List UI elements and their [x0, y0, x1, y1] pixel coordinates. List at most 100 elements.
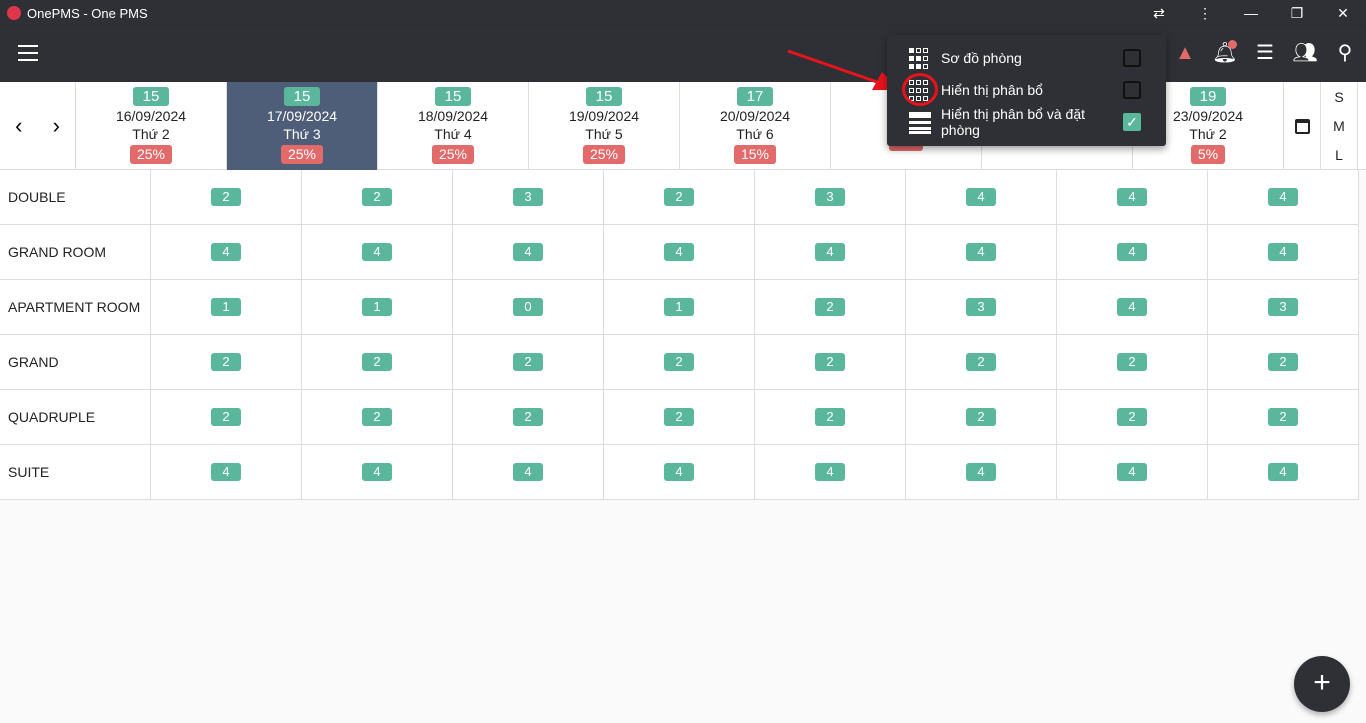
- grid-cell[interactable]: 2: [1208, 390, 1359, 444]
- grid-cell[interactable]: 4: [1208, 445, 1359, 499]
- minimize-button[interactable]: —: [1228, 0, 1274, 26]
- grid-cell[interactable]: 1: [302, 280, 453, 334]
- grid-cell[interactable]: 4: [453, 445, 604, 499]
- grid-cell[interactable]: 4: [1057, 445, 1208, 499]
- grid-cell[interactable]: 3: [755, 170, 906, 224]
- date-column[interactable]: 15 18/09/2024 Thứ 4 25%: [378, 82, 529, 170]
- warning-icon[interactable]: ▲: [1172, 40, 1198, 66]
- grid-cell[interactable]: 2: [755, 390, 906, 444]
- menu-icon[interactable]: [18, 45, 38, 61]
- grid-cell[interactable]: 3: [1208, 280, 1359, 334]
- grid-cell[interactable]: 2: [755, 280, 906, 334]
- translate-icon[interactable]: ⇄: [1136, 0, 1182, 26]
- grid-cell[interactable]: 2: [302, 390, 453, 444]
- grid-cell[interactable]: 2: [604, 170, 755, 224]
- calendar-button[interactable]: [1284, 82, 1321, 170]
- date-column[interactable]: 15 16/09/2024 Thứ 2 25%: [76, 82, 227, 170]
- grid-cell[interactable]: 2: [906, 390, 1057, 444]
- more-icon[interactable]: ⋮: [1182, 0, 1228, 26]
- grid-cell[interactable]: 2: [453, 335, 604, 389]
- grid-cell[interactable]: 4: [1208, 170, 1359, 224]
- date-column[interactable]: 15 19/09/2024 Thứ 5 25%: [529, 82, 680, 170]
- search-icon[interactable]: ⚲: [1332, 40, 1358, 66]
- grid-cell[interactable]: 4: [1057, 170, 1208, 224]
- date-column[interactable]: 17 20/09/2024 Thứ 6 15%: [680, 82, 831, 170]
- list-icon[interactable]: ☰: [1252, 40, 1278, 66]
- allocation-checkbox[interactable]: [1123, 81, 1141, 99]
- grid-cell[interactable]: 3: [906, 280, 1057, 334]
- room-map-checkbox[interactable]: [1123, 49, 1141, 67]
- menu-item-room-map[interactable]: Sơ đồ phòng: [887, 42, 1166, 74]
- availability-badge: 4: [362, 463, 392, 481]
- app-logo-icon: [7, 6, 21, 20]
- restore-button[interactable]: ❐: [1274, 0, 1320, 26]
- grid-cell[interactable]: 4: [906, 445, 1057, 499]
- grid-cell[interactable]: 4: [906, 225, 1057, 279]
- size-l[interactable]: L: [1321, 141, 1357, 170]
- grid-cell[interactable]: 4: [1208, 225, 1359, 279]
- grid-cell[interactable]: 1: [604, 280, 755, 334]
- grid-cell[interactable]: 4: [151, 445, 302, 499]
- grid-cell[interactable]: 2: [906, 335, 1057, 389]
- grid-cell[interactable]: 4: [151, 225, 302, 279]
- size-s[interactable]: S: [1321, 83, 1357, 112]
- date-label: 18/09/2024: [417, 108, 489, 124]
- availability-badge: 2: [362, 188, 392, 206]
- bell-icon[interactable]: 🔔︎: [1212, 40, 1238, 66]
- grid-cell[interactable]: 2: [453, 390, 604, 444]
- grid-cell[interactable]: 4: [453, 225, 604, 279]
- grid-cell[interactable]: 4: [302, 445, 453, 499]
- grid-cell[interactable]: 2: [604, 335, 755, 389]
- grid-cell[interactable]: 2: [151, 390, 302, 444]
- grid-cell[interactable]: 1: [151, 280, 302, 334]
- grid-cell[interactable]: 0: [453, 280, 604, 334]
- grid-cell[interactable]: 4: [1057, 280, 1208, 334]
- availability-badge: 4: [966, 243, 996, 261]
- grid-cell[interactable]: 4: [755, 225, 906, 279]
- window-title: OnePMS - One PMS: [27, 5, 148, 21]
- availability-badge: 3: [815, 188, 845, 206]
- grid-cell[interactable]: 2: [151, 170, 302, 224]
- prev-icon[interactable]: ‹: [15, 113, 22, 139]
- menu-item-allocation-booking[interactable]: Hiển thị phân bổ và đặt phòng ✓: [887, 106, 1166, 142]
- add-user-icon[interactable]: 👥︎: [1292, 40, 1318, 66]
- grid-cell[interactable]: 2: [604, 390, 755, 444]
- table-row: SUITE 4 4 4 4 4 4 4 4: [0, 445, 1359, 500]
- weekday-label: Thứ 2: [132, 126, 170, 142]
- grid-cell[interactable]: 2: [755, 335, 906, 389]
- allocation-booking-icon: [909, 112, 931, 134]
- next-icon[interactable]: ›: [53, 113, 60, 139]
- availability-badge: 4: [362, 243, 392, 261]
- grid-cell[interactable]: 2: [302, 170, 453, 224]
- availability-badge: 2: [664, 188, 694, 206]
- availability-badge: 4: [211, 243, 241, 261]
- weekday-label: Thứ 6: [736, 126, 774, 142]
- allocation-booking-checkbox[interactable]: ✓: [1123, 113, 1141, 131]
- grid-cell[interactable]: 2: [302, 335, 453, 389]
- availability-badge: 0: [513, 298, 543, 316]
- room-type-label: APARTMENT ROOM: [0, 280, 151, 334]
- availability-badge: 2: [211, 188, 241, 206]
- grid-cell[interactable]: 2: [1057, 335, 1208, 389]
- grid-cell[interactable]: 4: [906, 170, 1057, 224]
- availability-badge: 4: [664, 243, 694, 261]
- grid-cell[interactable]: 2: [1208, 335, 1359, 389]
- size-m[interactable]: M: [1321, 112, 1357, 141]
- grid-cell[interactable]: 3: [453, 170, 604, 224]
- availability-badge: 2: [362, 408, 392, 426]
- menu-label: Sơ đồ phòng: [941, 50, 1022, 66]
- grid-cell[interactable]: 2: [1057, 390, 1208, 444]
- grid-cell[interactable]: 4: [604, 445, 755, 499]
- grid-cell[interactable]: 4: [755, 445, 906, 499]
- close-button[interactable]: ✕: [1320, 0, 1366, 26]
- availability-badge: 4: [1117, 188, 1147, 206]
- availability-badge: 4: [513, 463, 543, 481]
- grid-cell[interactable]: 4: [1057, 225, 1208, 279]
- add-fab-button[interactable]: +: [1294, 656, 1350, 712]
- grid-cell[interactable]: 4: [302, 225, 453, 279]
- availability-badge: 2: [1117, 408, 1147, 426]
- grid-cell[interactable]: 4: [604, 225, 755, 279]
- date-column[interactable]: 15 17/09/2024 Thứ 3 25%: [227, 82, 378, 170]
- grid-cell[interactable]: 2: [151, 335, 302, 389]
- availability-grid: DOUBLE 2 2 3 2 3 4 4 4 GRAND ROOM 4 4 4 4 4 4 4 4 APARTMEN…: [0, 170, 1359, 500]
